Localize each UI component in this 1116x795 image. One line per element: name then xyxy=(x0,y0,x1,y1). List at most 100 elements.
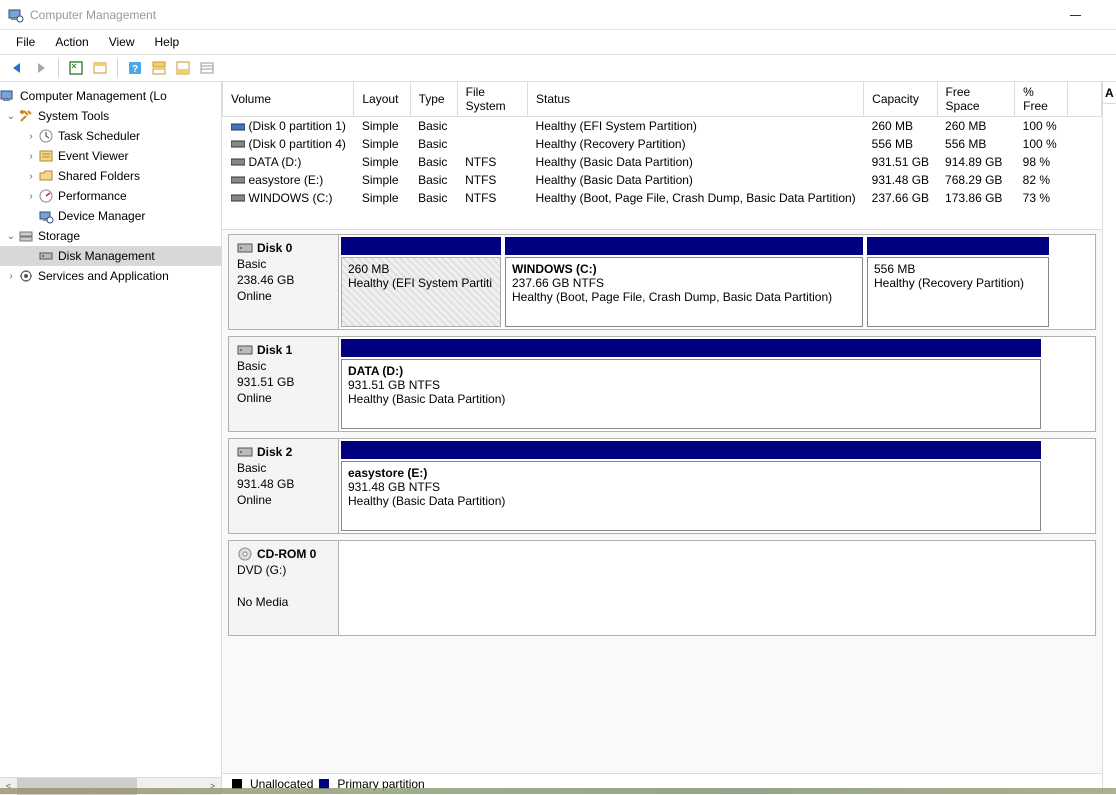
col-status[interactable]: Status xyxy=(528,82,864,117)
back-button[interactable] xyxy=(6,57,28,79)
col-type[interactable]: Type xyxy=(410,82,457,117)
disk-graphical-pane[interactable]: Disk 0Basic238.46 GBOnline260 MBHealthy … xyxy=(222,230,1102,774)
disk-name: Disk 2 xyxy=(257,445,292,459)
menu-help[interactable]: Help xyxy=(145,32,190,52)
volume-row[interactable]: easystore (E:)SimpleBasicNTFSHealthy (Ba… xyxy=(223,171,1102,189)
disk-row[interactable]: Disk 1Basic931.51 GBOnlineDATA (D:)931.5… xyxy=(228,336,1096,432)
col-volume[interactable]: Volume xyxy=(223,82,354,117)
tree-storage[interactable]: ⌄ Storage xyxy=(0,226,221,246)
col-filesystem[interactable]: File System xyxy=(457,82,527,117)
tree-performance[interactable]: › Performance xyxy=(0,186,221,206)
volume-row[interactable]: DATA (D:)SimpleBasicNTFSHealthy (Basic D… xyxy=(223,153,1102,171)
tree-event-viewer[interactable]: › Event Viewer xyxy=(0,146,221,166)
volume-type: Basic xyxy=(410,189,457,207)
volume-row[interactable]: WINDOWS (C:)SimpleBasicNTFSHealthy (Boot… xyxy=(223,189,1102,207)
tree-systools[interactable]: ⌄ System Tools xyxy=(0,106,221,126)
partition[interactable]: WINDOWS (C:)237.66 GB NTFSHealthy (Boot,… xyxy=(505,257,863,327)
partition-title: WINDOWS (C:) xyxy=(512,262,856,276)
partition-area: 260 MBHealthy (EFI System PartitiWINDOWS… xyxy=(339,235,1095,329)
disk-size: 238.46 GB xyxy=(237,273,330,287)
partition-size: 260 MB xyxy=(348,262,494,276)
disk-row[interactable]: CD-ROM 0DVD (G:)No Media xyxy=(228,540,1096,636)
tree-root[interactable]: Computer Management (Lo xyxy=(0,86,221,106)
collapse-icon[interactable]: ⌄ xyxy=(4,111,18,122)
tree-task-scheduler[interactable]: › Task Scheduler xyxy=(0,126,221,146)
collapse-icon[interactable]: ⌄ xyxy=(4,231,18,242)
volume-layout: Simple xyxy=(354,189,410,207)
forward-button[interactable] xyxy=(30,57,52,79)
volume-fs xyxy=(457,117,527,135)
menu-action[interactable]: Action xyxy=(45,32,98,52)
partition-title: DATA (D:) xyxy=(348,364,1034,378)
disk-kind: Basic xyxy=(237,257,330,271)
tree-disk-management[interactable]: Disk Management xyxy=(0,246,221,266)
disk-size: 931.51 GB xyxy=(237,375,330,389)
volume-free: 173.86 GB xyxy=(937,189,1015,207)
volume-layout: Simple xyxy=(354,117,410,135)
refresh-button[interactable] xyxy=(65,57,87,79)
window-minimize-button[interactable] xyxy=(1052,0,1098,30)
cdrom-icon xyxy=(237,547,253,561)
volume-name: easystore (E:) xyxy=(249,173,324,187)
disk-info[interactable]: Disk 2Basic931.48 GBOnline xyxy=(229,439,339,533)
disk-state: Online xyxy=(237,493,330,507)
tree-services[interactable]: › Services and Application xyxy=(0,266,221,286)
volume-list-pane: Volume Layout Type File System Status Ca… xyxy=(222,82,1102,230)
volume-status: Healthy (EFI System Partition) xyxy=(528,117,864,135)
view-list-button[interactable] xyxy=(196,57,218,79)
toolbar: ? xyxy=(0,54,1116,82)
disk-icon xyxy=(237,241,253,255)
menu-file[interactable]: File xyxy=(6,32,45,52)
col-blank[interactable] xyxy=(1067,82,1101,117)
tree[interactable]: Computer Management (Lo ⌄ System Tools ›… xyxy=(0,82,221,777)
partition[interactable]: DATA (D:)931.51 GB NTFSHealthy (Basic Da… xyxy=(341,359,1041,429)
tree-root-label: Computer Management (Lo xyxy=(20,89,167,103)
col-capacity[interactable]: Capacity xyxy=(864,82,937,117)
window-title: Computer Management xyxy=(30,8,156,22)
storage-icon xyxy=(18,228,34,244)
volume-table[interactable]: Volume Layout Type File System Status Ca… xyxy=(222,82,1102,207)
disk-state: Online xyxy=(237,391,330,405)
partition-area: DATA (D:)931.51 GB NTFSHealthy (Basic Da… xyxy=(339,337,1095,431)
volume-row[interactable]: (Disk 0 partition 4)SimpleBasicHealthy (… xyxy=(223,135,1102,153)
volume-row[interactable]: (Disk 0 partition 1)SimpleBasicHealthy (… xyxy=(223,117,1102,135)
volume-layout: Simple xyxy=(354,153,410,171)
partition[interactable]: 260 MBHealthy (EFI System Partiti xyxy=(341,257,501,327)
volume-icon xyxy=(231,138,245,150)
disk-info[interactable]: Disk 1Basic931.51 GBOnline xyxy=(229,337,339,431)
volume-header-row[interactable]: Volume Layout Type File System Status Ca… xyxy=(223,82,1102,117)
app-icon xyxy=(8,7,24,23)
volume-layout: Simple xyxy=(354,171,410,189)
device-manager-icon xyxy=(38,208,54,224)
partition[interactable]: easystore (E:)931.48 GB NTFSHealthy (Bas… xyxy=(341,461,1041,531)
expand-icon[interactable]: › xyxy=(24,191,38,202)
clock-icon xyxy=(38,128,54,144)
toolbar-separator xyxy=(58,59,59,77)
properties-button[interactable] xyxy=(89,57,111,79)
partition-header-strip xyxy=(867,237,1049,255)
tree-device-manager[interactable]: Device Manager xyxy=(0,206,221,226)
disk-row[interactable]: Disk 0Basic238.46 GBOnline260 MBHealthy … xyxy=(228,234,1096,330)
disk-row[interactable]: Disk 2Basic931.48 GBOnlineeasystore (E:)… xyxy=(228,438,1096,534)
expand-icon[interactable]: › xyxy=(24,151,38,162)
volume-fs: NTFS xyxy=(457,153,527,171)
partition[interactable]: 556 MBHealthy (Recovery Partition) xyxy=(867,257,1049,327)
expand-icon[interactable]: › xyxy=(24,131,38,142)
tree-shared-folders[interactable]: › Shared Folders xyxy=(0,166,221,186)
disk-info[interactable]: CD-ROM 0DVD (G:)No Media xyxy=(229,541,339,635)
volume-status: Healthy (Basic Data Partition) xyxy=(528,153,864,171)
view-bottom-button[interactable] xyxy=(172,57,194,79)
col-layout[interactable]: Layout xyxy=(354,82,410,117)
actions-panel-collapsed[interactable]: A xyxy=(1102,82,1116,794)
col-freespace[interactable]: Free Space xyxy=(937,82,1015,117)
view-top-button[interactable] xyxy=(148,57,170,79)
expand-icon[interactable]: › xyxy=(4,271,18,282)
volume-icon xyxy=(231,156,245,168)
expand-icon[interactable]: › xyxy=(24,171,38,182)
volume-type: Basic xyxy=(410,117,457,135)
volume-pct: 98 % xyxy=(1015,153,1068,171)
disk-info[interactable]: Disk 0Basic238.46 GBOnline xyxy=(229,235,339,329)
menu-view[interactable]: View xyxy=(99,32,145,52)
col-pctfree[interactable]: % Free xyxy=(1015,82,1068,117)
help-button[interactable]: ? xyxy=(124,57,146,79)
